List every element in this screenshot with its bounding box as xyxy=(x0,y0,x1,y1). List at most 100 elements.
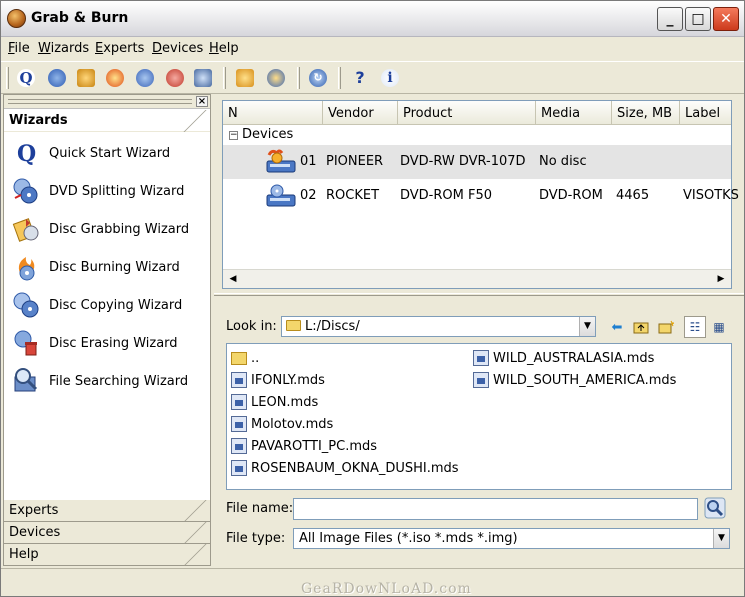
wizard-disc-grabbing[interactable]: Disc Grabbing Wizard xyxy=(12,214,208,244)
horizontal-scrollbar[interactable]: ◀ ▶ xyxy=(223,269,731,288)
section-tab-help[interactable]: Help xyxy=(4,544,210,566)
window-title: Grab & Burn xyxy=(31,10,129,26)
help-icon: ? xyxy=(355,68,365,87)
file-type-dropdown[interactable]: All Image Files (*.iso *.mds *.img) ▼ xyxy=(293,528,730,549)
scroll-right-icon[interactable]: ▶ xyxy=(713,272,729,287)
burn-icon xyxy=(267,69,285,87)
maximize-button[interactable]: □ xyxy=(685,7,711,31)
toolbar-file-search-button[interactable] xyxy=(191,67,215,89)
devices-tree-root[interactable]: − Devices xyxy=(229,127,293,142)
quick-start-icon: Q xyxy=(17,69,35,87)
disc-copying-icon xyxy=(136,69,154,87)
toolbar-info-button[interactable]: i xyxy=(378,67,402,89)
file-item[interactable]: IFONLY.mds xyxy=(231,370,325,390)
wizard-label: Disc Copying Wizard xyxy=(49,297,183,313)
menu-devices[interactable]: Devices xyxy=(152,41,203,56)
file-name-input[interactable] xyxy=(293,498,698,520)
column-header-label[interactable]: Label xyxy=(680,101,731,125)
toolbar-dvd-splitting-button[interactable] xyxy=(45,67,69,89)
pane-splitter[interactable] xyxy=(214,293,744,296)
column-header-size[interactable]: Size, MB xyxy=(612,101,680,125)
toolbar: Q ↻ ? i xyxy=(1,61,744,94)
wizard-file-searching[interactable]: File Searching Wizard xyxy=(12,366,208,396)
look-in-label: Look in: xyxy=(226,319,277,334)
chevron-down-icon[interactable]: ▼ xyxy=(579,317,595,336)
new-folder-button[interactable] xyxy=(656,317,676,337)
file-item-parent[interactable]: .. xyxy=(231,348,259,368)
disc-burning-icon xyxy=(106,69,124,87)
list-view-icon[interactable]: ☷ xyxy=(684,316,706,338)
section-tab-experts[interactable]: Experts xyxy=(4,500,210,522)
device-media: DVD-ROM xyxy=(539,188,603,203)
column-header-product[interactable]: Product xyxy=(398,101,536,125)
wizard-dvd-splitting[interactable]: DVD Splitting Wizard xyxy=(12,176,208,206)
section-tab-devices[interactable]: Devices xyxy=(4,522,210,544)
wizard-disc-erasing[interactable]: Disc Erasing Wizard xyxy=(12,328,208,358)
look-in-dropdown[interactable]: L:/Discs/ ▼ xyxy=(281,316,596,337)
toolbar-disc-grabbing-button[interactable] xyxy=(74,67,98,89)
device-row[interactable]: 01 PIONEER DVD-RW DVR-107D No disc xyxy=(223,145,731,179)
menu-wizards[interactable]: Wizards xyxy=(38,41,89,56)
file-item[interactable]: WILD_AUSTRALASIA.mds xyxy=(473,348,654,368)
menu-experts[interactable]: Experts xyxy=(95,41,144,56)
section-label: Experts xyxy=(9,503,59,518)
section-tab-wizards[interactable]: Wizards xyxy=(4,110,210,132)
wizard-quick-start[interactable]: Q Quick Start Wizard xyxy=(12,138,208,168)
pane-close-icon[interactable]: × xyxy=(196,96,208,107)
section-label: Devices xyxy=(9,525,61,540)
disc-image-icon xyxy=(231,460,247,476)
file-list: .. IFONLY.mds LEON.mds Molotov.mds PAVAR… xyxy=(226,343,732,490)
pane-grip[interactable] xyxy=(8,99,192,104)
wizard-label: Disc Burning Wizard xyxy=(49,259,180,275)
file-name-label: File name: xyxy=(226,501,294,516)
file-type-label: File type: xyxy=(226,531,286,546)
file-search-icon xyxy=(12,367,40,395)
toolbar-disc-copying-button[interactable] xyxy=(133,67,157,89)
section-label: Wizards xyxy=(9,113,68,128)
app-window: Grab & Burn _ □ ✕ File Wizards Experts D… xyxy=(0,0,745,597)
back-arrow-icon[interactable]: ⬅ xyxy=(607,317,627,337)
search-go-button[interactable] xyxy=(701,495,729,521)
toolbar-grab-button[interactable] xyxy=(233,67,257,89)
device-product: DVD-RW DVR-107D xyxy=(400,154,526,169)
menu-file[interactable]: File xyxy=(8,41,30,56)
column-header-vendor[interactable]: Vendor xyxy=(323,101,398,125)
wizard-label: DVD Splitting Wizard xyxy=(49,183,185,199)
file-item[interactable]: PAVAROTTI_PC.mds xyxy=(231,436,377,456)
pane-header: × xyxy=(4,95,210,109)
wizard-disc-burning[interactable]: Disc Burning Wizard xyxy=(12,252,208,282)
wizard-disc-copying[interactable]: Disc Copying Wizard xyxy=(12,290,208,320)
svg-text:Q: Q xyxy=(17,141,36,167)
toolbar-burn-button[interactable] xyxy=(264,67,288,89)
device-list: N Vendor Product Media Size, MB Label − D… xyxy=(222,100,739,289)
toolbar-disc-burning-button[interactable] xyxy=(103,67,127,89)
collapse-icon[interactable]: − xyxy=(229,131,238,140)
toolbar-disc-erasing-button[interactable] xyxy=(163,67,187,89)
up-folder-button[interactable] xyxy=(631,317,651,337)
chevron-down-icon[interactable]: ▼ xyxy=(713,529,729,548)
title-bar[interactable]: Grab & Burn _ □ ✕ xyxy=(1,1,744,37)
file-item[interactable]: LEON.mds xyxy=(231,392,318,412)
toolbar-help-button[interactable]: ? xyxy=(348,67,372,89)
scroll-left-icon[interactable]: ◀ xyxy=(225,272,241,287)
wizard-label: Disc Erasing Wizard xyxy=(49,335,178,351)
file-item[interactable]: ROSENBAUM_OKNA_DUSHI.mds xyxy=(231,458,459,478)
minimize-button[interactable]: _ xyxy=(657,7,683,31)
wizard-label: Disc Grabbing Wizard xyxy=(49,221,190,237)
menu-help[interactable]: Help xyxy=(209,41,239,56)
toolbar-quick-start-button[interactable]: Q xyxy=(14,67,38,89)
toolbar-separator-3 xyxy=(338,67,341,89)
column-header-n[interactable]: N xyxy=(223,101,323,125)
toolbar-separator xyxy=(223,67,226,89)
column-header-media[interactable]: Media xyxy=(536,101,612,125)
file-item[interactable]: Molotov.mds xyxy=(231,414,333,434)
details-view-icon[interactable]: ▦ xyxy=(708,316,730,338)
device-row[interactable]: 02 ROCKET DVD-ROM F50 DVD-ROM 4465 VISOT… xyxy=(223,179,739,213)
file-item[interactable]: WILD_SOUTH_AMERICA.mds xyxy=(473,370,676,390)
device-n: 02 xyxy=(300,188,317,203)
toolbar-refresh-button[interactable]: ↻ xyxy=(306,67,330,89)
close-button[interactable]: ✕ xyxy=(713,7,739,31)
app-logo-icon xyxy=(7,9,26,28)
dvd-rom-drive-icon xyxy=(265,183,297,209)
toolbar-grip[interactable] xyxy=(6,67,9,89)
